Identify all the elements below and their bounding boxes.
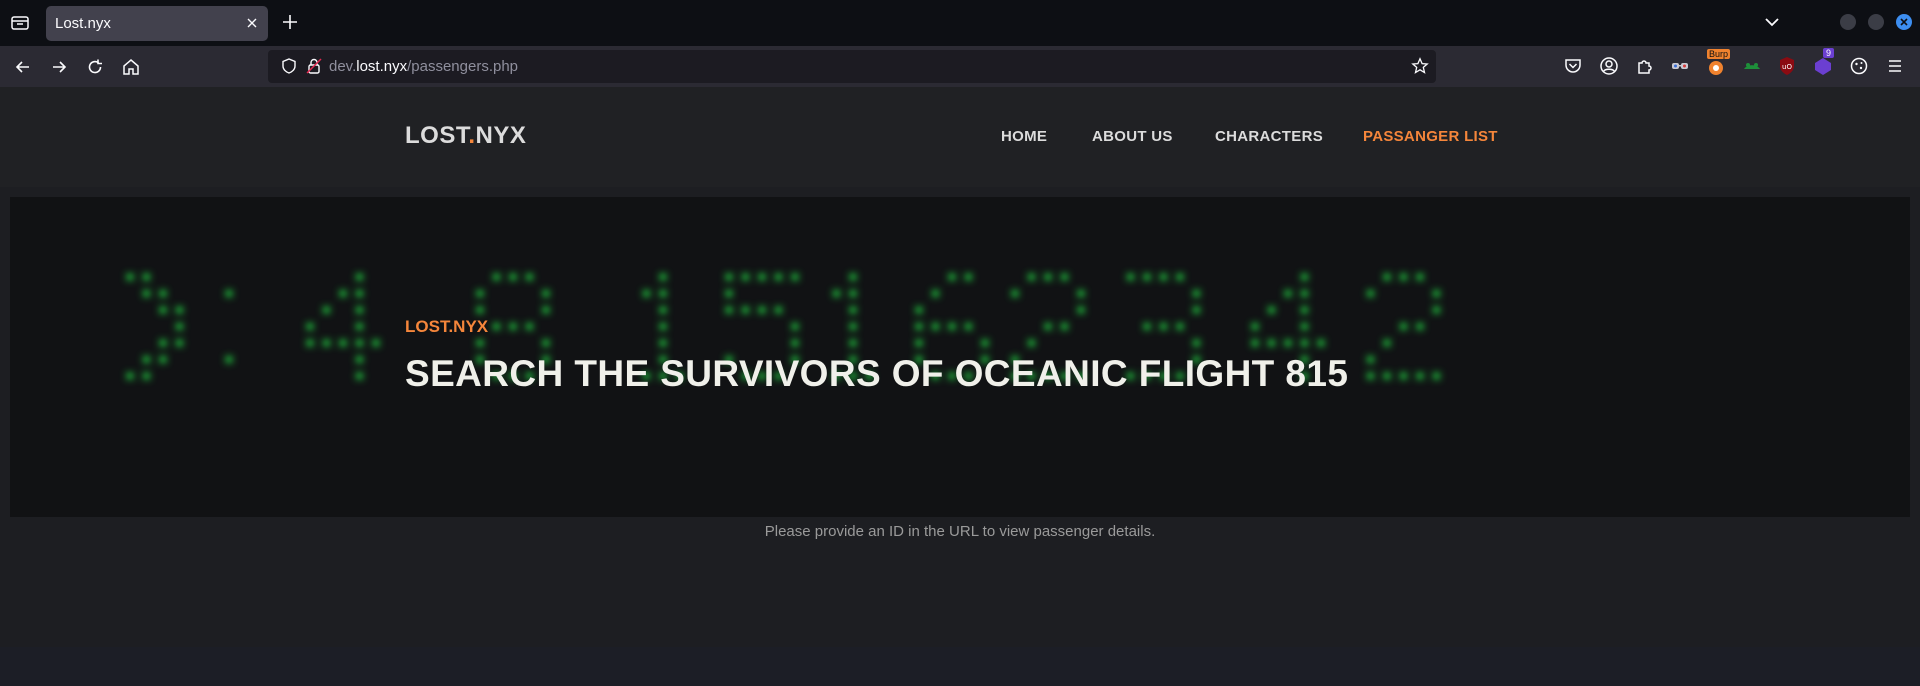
tab-list-icon[interactable] xyxy=(8,11,32,35)
account-icon[interactable] xyxy=(1598,55,1620,77)
site-logo[interactable]: LOST.NYX xyxy=(405,122,526,150)
ublock-icon[interactable]: uO xyxy=(1776,55,1798,77)
bookmark-star-icon[interactable] xyxy=(1411,57,1429,80)
logo-dot: . xyxy=(468,122,476,149)
window-close-button[interactable] xyxy=(1896,14,1912,30)
minimize-button[interactable] xyxy=(1840,14,1856,30)
insecure-lock-icon[interactable] xyxy=(305,57,323,80)
url-domain: lost.nyx xyxy=(356,58,408,75)
nav-home[interactable]: HOME xyxy=(1001,128,1047,145)
hero-banner: LOST.NYX SEARCH THE SURVIVORS OF OCEANIC… xyxy=(10,197,1910,517)
new-tab-icon[interactable] xyxy=(280,12,300,32)
reload-icon[interactable] xyxy=(84,56,106,78)
page-footer xyxy=(0,647,1920,686)
web-page: LOST.NYX HOME ABOUT US CHARACTERS PASSAN… xyxy=(0,87,1920,686)
logo-right: NYX xyxy=(475,122,527,149)
close-icon[interactable] xyxy=(244,15,260,31)
glasses-icon[interactable] xyxy=(1669,55,1691,77)
burp-icon[interactable]: Burp xyxy=(1705,49,1731,77)
shield-icon[interactable] xyxy=(280,57,298,80)
frog-icon[interactable] xyxy=(1741,55,1763,77)
dark-reader-icon[interactable]: 9 xyxy=(1812,48,1835,77)
nav-about-us[interactable]: ABOUT US xyxy=(1092,128,1173,145)
url-bar[interactable]: dev.lost.nyx/passengers.php xyxy=(268,50,1436,83)
svg-text:uO: uO xyxy=(1782,63,1792,71)
dot-matrix-glyph xyxy=(222,286,236,367)
maximize-button[interactable] xyxy=(1868,14,1884,30)
browser-toolbar: dev.lost.nyx/passengers.php Burp uO 9 xyxy=(0,46,1920,87)
pocket-icon[interactable] xyxy=(1562,55,1584,77)
hero-kicker: LOST.NYX xyxy=(405,317,489,336)
dark-reader-badge: 9 xyxy=(1823,48,1835,58)
burp-badge: Burp xyxy=(1707,49,1731,59)
nav-characters[interactable]: CHARACTERS xyxy=(1215,128,1323,145)
url-path: /passengers.php xyxy=(407,58,519,75)
dot-matrix-glyph xyxy=(1363,270,1444,383)
tab-title: Lost.nyx xyxy=(55,15,111,32)
hamburger-menu-icon[interactable] xyxy=(1884,55,1906,77)
url-text[interactable]: dev.lost.nyx/passengers.php xyxy=(329,58,518,75)
logo-left: LOST xyxy=(405,122,469,149)
forward-icon[interactable] xyxy=(48,56,70,78)
nav-passanger-list[interactable]: PASSANGER LIST xyxy=(1363,128,1498,145)
chevron-down-icon[interactable] xyxy=(1763,13,1781,31)
home-icon[interactable] xyxy=(120,56,142,78)
passenger-id-notice: Please provide an ID in the URL to view … xyxy=(764,523,1156,540)
url-prefix: dev. xyxy=(329,58,357,75)
hero-title: SEARCH THE SURVIVORS OF OCEANIC FLIGHT 8… xyxy=(405,353,1349,394)
browser-tab-bar: Lost.nyx xyxy=(0,0,1920,46)
extensions-icon[interactable] xyxy=(1634,55,1656,77)
site-header: LOST.NYX HOME ABOUT US CHARACTERS PASSAN… xyxy=(0,87,1920,187)
active-tab[interactable]: Lost.nyx xyxy=(46,6,268,41)
dot-matrix-glyph xyxy=(123,270,187,383)
dot-matrix-glyph xyxy=(303,270,383,383)
back-icon[interactable] xyxy=(12,56,34,78)
cookie-icon[interactable] xyxy=(1848,55,1870,77)
